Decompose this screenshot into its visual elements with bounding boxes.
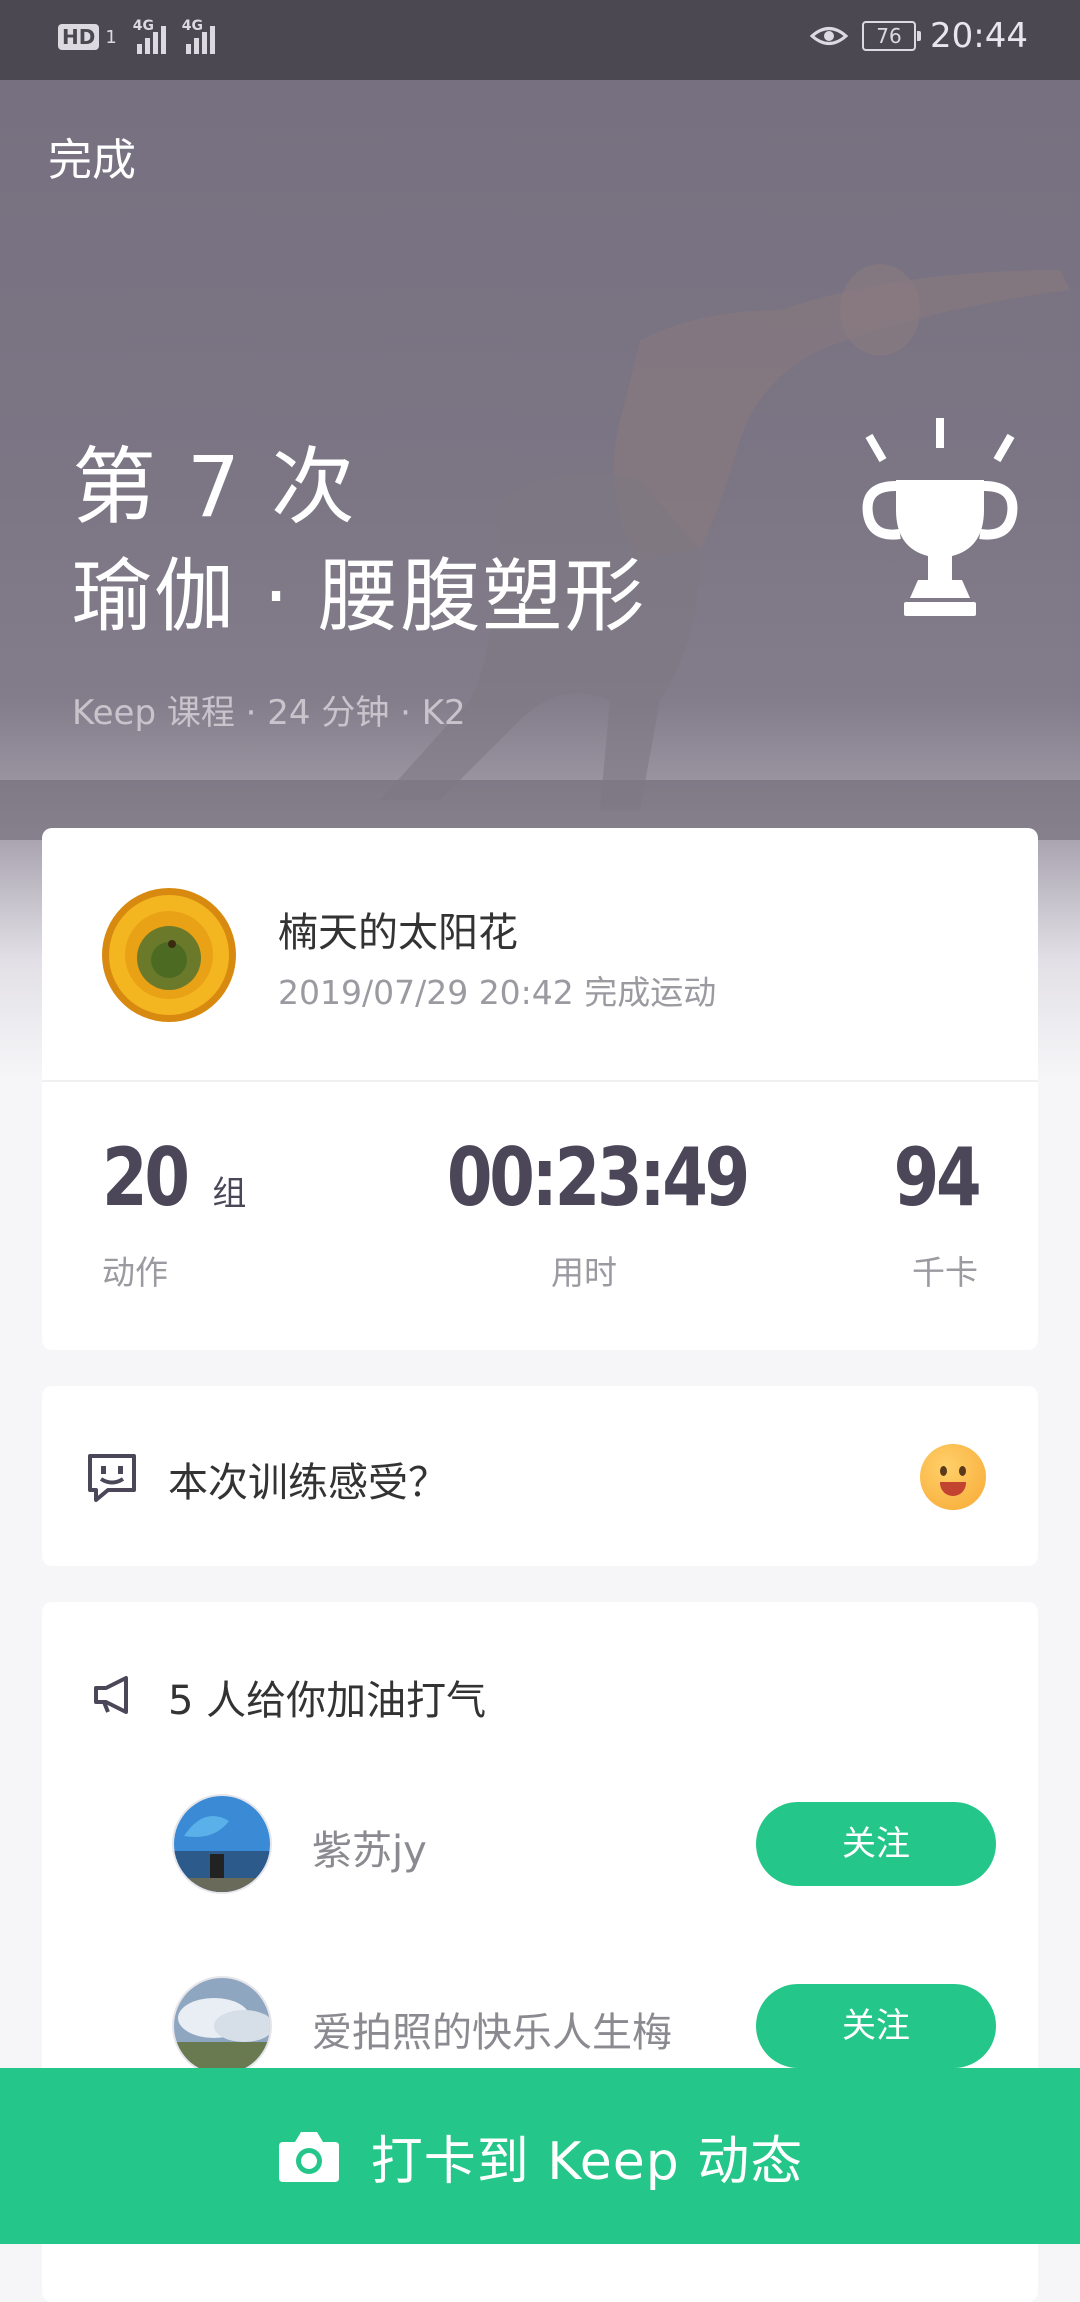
duration-label: 用时 <box>551 1253 617 1292</box>
signal-icon: 4G <box>133 18 166 54</box>
stat-duration: 00:23:49 用时 <box>414 1138 754 1294</box>
sim-indicator: 1 <box>105 26 117 48</box>
fan-row: 紫苏jy 关注 <box>42 1794 1038 1894</box>
camera-icon <box>278 2132 339 2182</box>
avatar[interactable] <box>102 888 236 1022</box>
smile-emoji-icon[interactable] <box>920 1444 986 1510</box>
clock: 20:44 <box>930 16 1028 56</box>
duration-value: 00:23:49 <box>446 1131 750 1224</box>
eye-comfort-icon <box>810 27 849 45</box>
fan-row: 爱拍照的快乐人生梅 关注 <box>42 1976 1038 2076</box>
checkin-label: 打卡到 Keep 动态 <box>370 2131 804 2192</box>
sunflower-avatar-image <box>102 888 236 1022</box>
fan-avatar[interactable] <box>172 1976 272 2076</box>
network-type-label: 4G <box>132 18 155 34</box>
calories-value: 94 <box>893 1131 981 1224</box>
hd-icon: HD <box>58 24 100 50</box>
megaphone-icon <box>94 1676 128 1714</box>
status-left: HD 1 4G 4G <box>58 18 215 54</box>
status-bar: HD 1 4G 4G 76 20:44 <box>0 0 1080 80</box>
stat-actions: 20 组 动作 <box>102 1138 246 1294</box>
training-feeling-card[interactable]: 本次训练感受？ <box>42 1386 1038 1566</box>
fan-name[interactable]: 爱拍照的快乐人生梅 <box>312 2000 672 2058</box>
network-type-label-2: 4G <box>181 18 204 34</box>
follow-button[interactable]: 关注 <box>756 1984 996 2068</box>
done-button[interactable]: 完成 <box>48 124 136 188</box>
status-right: 76 20:44 <box>810 16 1028 56</box>
session-count: 第 7 次 <box>72 438 357 536</box>
fan-avatar[interactable] <box>172 1794 272 1894</box>
user-name[interactable]: 楠天的太阳花 <box>278 900 518 958</box>
checkin-button[interactable]: 打卡到 Keep 动态 <box>0 2068 1080 2244</box>
feedback-chat-icon <box>88 1454 136 1502</box>
follow-button[interactable]: 关注 <box>756 1802 996 1886</box>
fan-name[interactable]: 紫苏jy <box>312 1818 427 1876</box>
course-title: 瑜伽 · 腰腹塑形 <box>72 550 647 643</box>
fan-avatar-image <box>174 1978 270 2074</box>
cheer-title: 5 人给你加油打气 <box>168 1678 487 1724</box>
divider <box>42 1080 1038 1082</box>
signal-icon-2: 4G <box>182 18 215 54</box>
fan-avatar-image <box>174 1796 270 1892</box>
trophy-icon <box>862 418 1018 616</box>
feeling-prompt: 本次训练感受？ <box>168 1460 448 1506</box>
stat-calories: 94 千卡 <box>875 1131 981 1294</box>
calories-label: 千卡 <box>912 1253 978 1292</box>
finish-time: 2019/07/29 20:42 完成运动 <box>278 973 717 1012</box>
actions-unit: 组 <box>212 1174 247 1214</box>
actions-label: 动作 <box>102 1253 168 1292</box>
actions-value: 20 <box>102 1131 190 1224</box>
course-meta: Keep 课程 · 24 分钟 · K2 <box>72 693 466 733</box>
workout-summary-card: 楠天的太阳花 2019/07/29 20:42 完成运动 20 组 动作 00:… <box>42 828 1038 1350</box>
battery-icon: 76 <box>862 21 922 51</box>
